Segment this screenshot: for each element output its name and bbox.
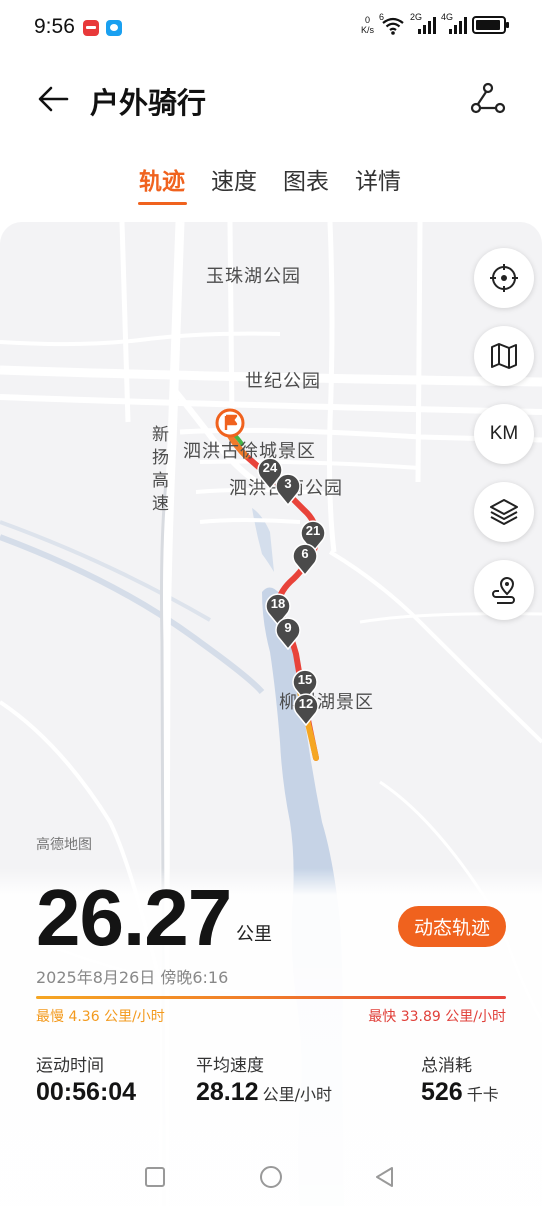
avg-speed: 28.12 公里/小时 <box>196 1078 332 1107</box>
tab-bar: 轨迹 速度 图表 详情 <box>0 162 542 212</box>
avg-speed-label: 平均速度 <box>196 1056 264 1076</box>
tab-speed[interactable]: 速度 <box>211 162 257 196</box>
slowest-speed: 最慢 4.36 公里/小时 <box>36 1009 165 1025</box>
map-label-yuzhu-park: 玉珠湖公园 <box>206 266 301 287</box>
km-marker[interactable]: 6 <box>292 542 318 576</box>
map-label-century-park: 世纪公园 <box>245 371 321 392</box>
distance-unit: 公里 <box>236 924 272 945</box>
total-distance: 26.27 <box>36 873 232 962</box>
system-nav-bar <box>0 1150 542 1206</box>
duration-value: 00:56:04 <box>36 1078 137 1106</box>
calories-unit: 千卡 <box>466 1085 499 1104</box>
battery-icon <box>472 16 509 34</box>
status-bar: 9:56 0 K/s 6 2G 4G <box>0 0 542 56</box>
notification-app-icon <box>83 20 99 36</box>
signal-icon-sim1: 2G <box>410 12 436 36</box>
calories-label: 总消耗 <box>421 1056 472 1076</box>
signal-icon-sim2: 4G <box>441 12 467 36</box>
arrow-left-icon <box>38 86 69 112</box>
avg-speed-value: 28.12 <box>196 1078 259 1106</box>
map-icon <box>491 343 517 369</box>
triangle-back-icon <box>376 1167 393 1187</box>
route-button[interactable] <box>474 560 534 620</box>
circle-icon <box>260 1166 282 1188</box>
wifi-icon: 6 <box>379 12 405 36</box>
header: 户外骑行 <box>0 64 542 134</box>
status-time: 9:56 <box>34 15 75 38</box>
tab-track[interactable]: 轨迹 <box>139 162 185 196</box>
km-marker[interactable]: 9 <box>275 616 301 650</box>
dynamic-track-button[interactable]: 动态轨迹 <box>398 906 506 947</box>
avg-speed-unit: 公里/小时 <box>262 1085 332 1104</box>
km-marker[interactable]: 3 <box>275 472 301 506</box>
route-pin-icon <box>492 576 515 604</box>
back-nav-button[interactable] <box>372 1164 398 1190</box>
map-type-button[interactable] <box>474 326 534 386</box>
duration-label: 运动时间 <box>36 1056 104 1076</box>
map-provider-label: 高德地图 <box>36 837 92 853</box>
locate-button[interactable] <box>474 248 534 308</box>
route-share-icon <box>470 82 506 114</box>
calories: 526 千卡 <box>421 1078 499 1107</box>
map-label-highway: 新扬高速 <box>148 425 168 517</box>
status-indicators: 0 K/s 6 2G 4G <box>360 12 509 36</box>
locate-icon <box>490 264 518 292</box>
speed-gradient-bar <box>36 996 506 999</box>
fastest-speed: 最快 33.89 公里/小时 <box>368 1009 506 1025</box>
km-marker[interactable]: 12 <box>293 692 319 726</box>
page-title: 户外骑行 <box>90 86 207 120</box>
tab-details[interactable]: 详情 <box>355 162 401 196</box>
km-markers-button[interactable]: KM <box>474 404 534 464</box>
layers-icon <box>490 499 518 525</box>
network-speed: 0 K/s <box>360 15 374 35</box>
recents-button[interactable] <box>142 1164 168 1190</box>
tab-chart[interactable]: 图表 <box>283 162 329 196</box>
square-icon <box>145 1167 165 1187</box>
back-button[interactable] <box>34 79 74 119</box>
home-button[interactable] <box>258 1164 284 1190</box>
start-flag-icon <box>215 408 245 438</box>
calories-value: 526 <box>421 1078 463 1106</box>
workout-datetime: 2025年8月26日 傍晚6:16 <box>36 968 229 987</box>
tab-active-indicator <box>138 202 187 205</box>
layers-button[interactable] <box>474 482 534 542</box>
share-route-button[interactable] <box>468 78 508 118</box>
map-label-xucheng: 泗洪古徐城景区 <box>183 441 316 462</box>
message-app-icon <box>106 20 122 36</box>
